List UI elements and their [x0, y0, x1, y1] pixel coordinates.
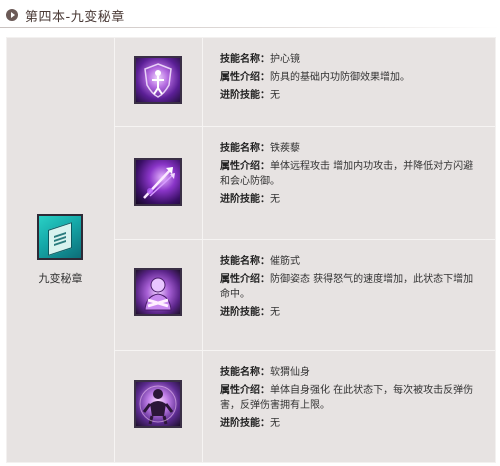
skill-name-line: 技能名称：催筋式 — [220, 254, 480, 269]
aura-body-icon — [134, 380, 182, 428]
book-cell: 九变秘章 — [7, 38, 115, 462]
skill-advance-line: 进阶技能：无 — [220, 88, 410, 103]
crossed-arms-monk-icon — [134, 268, 182, 316]
skill-advance-line: 进阶技能：无 — [220, 192, 480, 207]
guardian-shield-icon — [134, 56, 182, 104]
skill-advance-line: 进阶技能：无 — [220, 416, 480, 431]
skill-info: 技能名称：铁蒺藜 属性介绍：单体远程攻击 增加内功攻击，并降低对方闪避和会心防御… — [220, 141, 480, 210]
skill-desc-line: 属性介绍：单体自身强化 在此状态下，每次被攻击反弹伤害，反弹伤害拥有上限。 — [220, 383, 480, 413]
skill-icon-cell — [115, 38, 203, 126]
skill-advance-line: 进阶技能：无 — [220, 305, 480, 320]
skill-row: 技能名称：护心镜 属性介绍：防具的基础内功防御效果增加。 进阶技能：无 — [115, 38, 495, 127]
skill-advance-label: 进阶技能： — [220, 418, 270, 429]
skill-name-line: 技能名称：软猬仙身 — [220, 365, 480, 380]
skill-icon-cell — [115, 127, 203, 239]
skill-row: 技能名称：铁蒺藜 属性介绍：单体远程攻击 增加内功攻击，并降低对方闪避和会心防御… — [115, 127, 495, 240]
skill-name-line: 技能名称：铁蒺藜 — [220, 141, 480, 156]
header-divider — [0, 27, 500, 28]
skill-name: 催筋式 — [270, 256, 300, 267]
skill-advance: 无 — [270, 307, 280, 318]
skill-name-label: 技能名称： — [220, 143, 270, 154]
skill-name-line: 技能名称：护心镜 — [220, 52, 410, 67]
skill-row: 技能名称：催筋式 属性介绍：防御姿态 获得怒气的速度增加，此状态下增加命中。 进… — [115, 240, 495, 351]
section-title: 第四本-九变秘章 — [25, 9, 125, 25]
skill-desc-label: 属性介绍： — [220, 274, 270, 285]
skill-name-label: 技能名称： — [220, 54, 270, 65]
skill-desc-line: 属性介绍：单体远程攻击 增加内功攻击，并降低对方闪避和会心防御。 — [220, 159, 480, 189]
skill-row: 技能名称：软猬仙身 属性介绍：单体自身强化 在此状态下，每次被攻击反弹伤害，反弹… — [115, 351, 495, 462]
skill-icon-cell — [115, 351, 203, 462]
section-header: 第四本-九变秘章 — [0, 0, 500, 30]
teal-book-icon — [37, 214, 83, 260]
skill-info: 技能名称：软猬仙身 属性介绍：单体自身强化 在此状态下，每次被攻击反弹伤害，反弹… — [220, 365, 480, 434]
skill-name-label: 技能名称： — [220, 367, 270, 378]
skill-advance: 无 — [270, 90, 280, 101]
skill-name-label: 技能名称： — [220, 256, 270, 267]
skill-desc-line: 属性介绍：防御姿态 获得怒气的速度增加，此状态下增加命中。 — [220, 272, 480, 302]
book-label: 九变秘章 — [38, 272, 83, 285]
skill-advance: 无 — [270, 194, 280, 205]
skill-advance: 无 — [270, 418, 280, 429]
skill-desc: 防具的基础内功防御效果增加。 — [270, 72, 410, 83]
skill-info: 技能名称：催筋式 属性介绍：防御姿态 获得怒气的速度增加，此状态下增加命中。 进… — [220, 254, 480, 323]
skill-desc-line: 属性介绍：防具的基础内功防御效果增加。 — [220, 70, 410, 85]
skill-name: 铁蒺藜 — [270, 143, 300, 154]
skill-name: 软猬仙身 — [270, 367, 310, 378]
skill-name: 护心镜 — [270, 54, 300, 65]
spiked-darts-icon — [134, 158, 182, 206]
skill-advance-label: 进阶技能： — [220, 90, 270, 101]
skill-icon-cell — [115, 240, 203, 350]
skill-desc-label: 属性介绍： — [220, 72, 270, 83]
skill-desc-label: 属性介绍： — [220, 385, 270, 396]
skill-table: 九变秘章 技能名称：护心镜 属性介绍：防具的基础内功防御效果增加。 进阶技能：无 — [6, 37, 496, 463]
skill-info: 技能名称：护心镜 属性介绍：防具的基础内功防御效果增加。 进阶技能：无 — [220, 52, 410, 106]
skill-advance-label: 进阶技能： — [220, 307, 270, 318]
skill-desc-label: 属性介绍： — [220, 161, 270, 172]
skill-advance-label: 进阶技能： — [220, 194, 270, 205]
arrow-bullet-icon — [6, 9, 18, 21]
